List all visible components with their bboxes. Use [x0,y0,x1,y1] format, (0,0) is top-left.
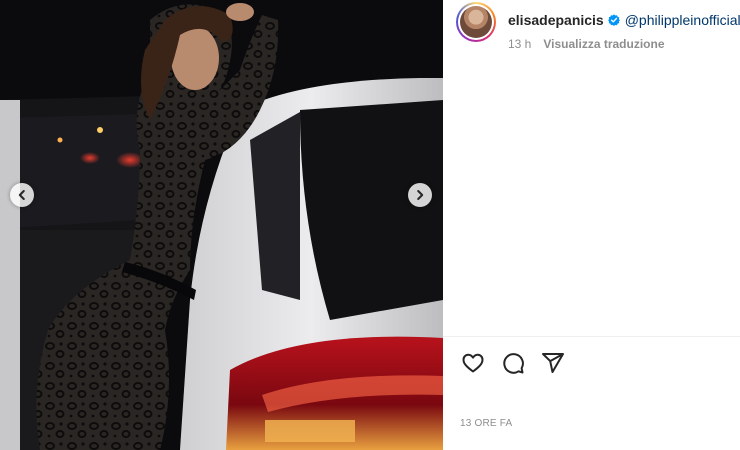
post-sidebar: elisadepanicis @philippleinofficial 13 h… [443,0,740,450]
avatar[interactable] [456,2,496,42]
next-photo-button[interactable] [408,183,432,207]
verified-badge-icon [607,14,620,26]
post-photo [0,0,443,450]
comment-icon[interactable] [501,351,525,375]
translate-button[interactable]: Visualizza traduzione [543,37,664,51]
mention-link[interactable]: @philippleinofficial [625,11,740,29]
caption-body: elisadepanicis @philippleinofficial 13 h… [508,2,740,51]
username-link[interactable]: elisadepanicis [508,11,604,29]
divider [443,336,740,337]
chevron-right-icon [417,190,424,200]
avatar-image [460,6,492,38]
share-icon[interactable] [541,351,565,375]
post-date[interactable]: 13 ORE FA [460,418,512,429]
previous-photo-button[interactable] [10,183,34,207]
caption-row: elisadepanicis @philippleinofficial 13 h… [456,2,740,51]
action-bar [461,351,581,375]
post-time[interactable]: 13 h [508,37,531,51]
post-media[interactable] [0,0,443,450]
heart-icon[interactable] [461,351,485,375]
chevron-left-icon [18,190,25,200]
